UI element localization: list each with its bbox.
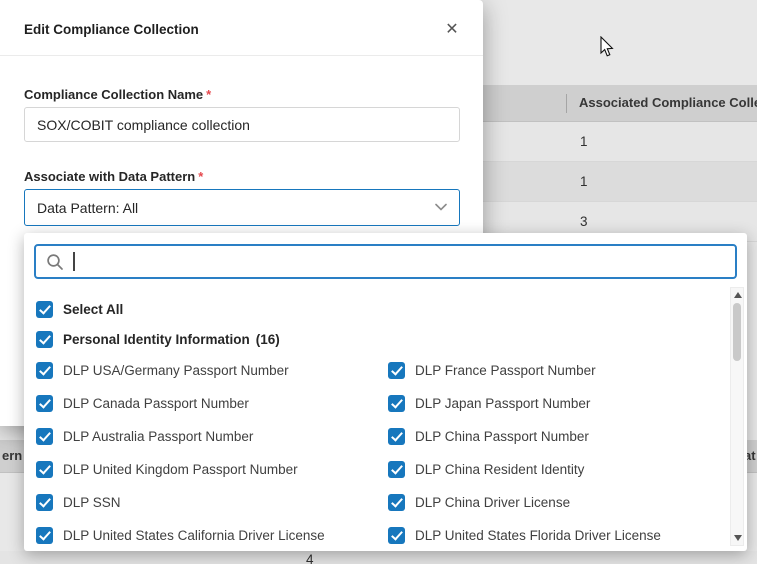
- group-label: Personal Identity Information: [63, 332, 250, 347]
- search-input[interactable]: [34, 244, 737, 279]
- checkbox-checked-icon[interactable]: [388, 494, 405, 511]
- option-label: DLP SSN: [63, 495, 121, 510]
- checkbox-checked-icon[interactable]: [36, 395, 53, 412]
- checkbox-checked-icon[interactable]: [388, 428, 405, 445]
- checkbox-checked-icon[interactable]: [36, 461, 53, 478]
- dropdown-option[interactable]: DLP China Passport Number: [388, 420, 723, 453]
- dropdown-option[interactable]: DLP United Kingdom Passport Number: [36, 453, 388, 486]
- pattern-label-text: Associate with Data Pattern: [24, 169, 195, 184]
- required-asterisk: *: [198, 169, 203, 184]
- select-all-label: Select All: [63, 302, 123, 317]
- close-icon[interactable]: ✕: [439, 16, 465, 42]
- text-caret: [73, 252, 75, 271]
- dropdown-option[interactable]: DLP Canada Passport Number: [36, 387, 388, 420]
- dropdown-option[interactable]: DLP USA/Germany Passport Number: [36, 354, 388, 387]
- data-pattern-dropdown-panel: Select All Personal Identity Information…: [24, 233, 747, 551]
- modal-title: Edit Compliance Collection: [24, 22, 199, 37]
- dropdown-option[interactable]: DLP United States California Driver Lice…: [36, 519, 388, 551]
- dropdown-option[interactable]: DLP China Resident Identity: [388, 453, 723, 486]
- required-asterisk: *: [206, 87, 211, 102]
- dropdown-option[interactable]: DLP Australia Passport Number: [36, 420, 388, 453]
- dropdown-option[interactable]: DLP China Driver License: [388, 486, 723, 519]
- options-grid: DLP USA/Germany Passport Number DLP Fran…: [36, 354, 723, 551]
- option-label: DLP China Resident Identity: [415, 462, 584, 477]
- option-label: DLP Canada Passport Number: [63, 396, 249, 411]
- option-label: DLP France Passport Number: [415, 363, 596, 378]
- scroll-up-icon[interactable]: [734, 292, 742, 298]
- checkbox-checked-icon[interactable]: [36, 362, 53, 379]
- checkbox-checked-icon[interactable]: [388, 461, 405, 478]
- dropdown-scrollbar[interactable]: [730, 287, 744, 546]
- option-label: DLP USA/Germany Passport Number: [63, 363, 289, 378]
- name-label-text: Compliance Collection Name: [24, 87, 203, 102]
- checkbox-checked-icon[interactable]: [36, 331, 53, 348]
- pattern-field-label: Associate with Data Pattern*: [24, 169, 203, 184]
- compliance-collection-name-input[interactable]: [24, 107, 460, 142]
- group-count: (16): [256, 332, 280, 347]
- dropdown-option[interactable]: DLP Japan Passport Number: [388, 387, 723, 420]
- chevron-down-icon: [435, 203, 447, 211]
- option-label: DLP China Driver License: [415, 495, 570, 510]
- scroll-down-icon[interactable]: [734, 535, 742, 541]
- checkbox-checked-icon[interactable]: [36, 494, 53, 511]
- option-label: DLP Japan Passport Number: [415, 396, 590, 411]
- scrollbar-thumb[interactable]: [733, 303, 741, 361]
- name-field-label: Compliance Collection Name*: [24, 87, 211, 102]
- dropdown-option[interactable]: DLP France Passport Number: [388, 354, 723, 387]
- checkbox-checked-icon[interactable]: [388, 395, 405, 412]
- checkbox-checked-icon[interactable]: [36, 301, 53, 318]
- options-list: Select All Personal Identity Information…: [36, 295, 723, 551]
- option-label: DLP China Passport Number: [415, 429, 589, 444]
- checkbox-checked-icon[interactable]: [388, 362, 405, 379]
- group-option-personal-identity[interactable]: Personal Identity Information (16): [36, 324, 723, 354]
- header-divider: [0, 55, 483, 56]
- dropdown-option[interactable]: DLP SSN: [36, 486, 388, 519]
- option-label: DLP Australia Passport Number: [63, 429, 253, 444]
- app-root: Associated Compliance Colle 1 1 3 ern at…: [0, 0, 757, 564]
- select-all-option[interactable]: Select All: [36, 295, 723, 324]
- checkbox-checked-icon[interactable]: [36, 428, 53, 445]
- dropdown-option[interactable]: DLP United States Florida Driver License: [388, 519, 723, 551]
- checkbox-checked-icon[interactable]: [36, 527, 53, 544]
- checkbox-checked-icon[interactable]: [388, 527, 405, 544]
- select-value: Data Pattern: All: [37, 200, 138, 216]
- data-pattern-select[interactable]: Data Pattern: All: [24, 189, 460, 226]
- search-icon: [46, 253, 64, 271]
- option-label: DLP United States Florida Driver License: [415, 528, 661, 543]
- option-label: DLP United States California Driver Lice…: [63, 528, 325, 543]
- option-label: DLP United Kingdom Passport Number: [63, 462, 298, 477]
